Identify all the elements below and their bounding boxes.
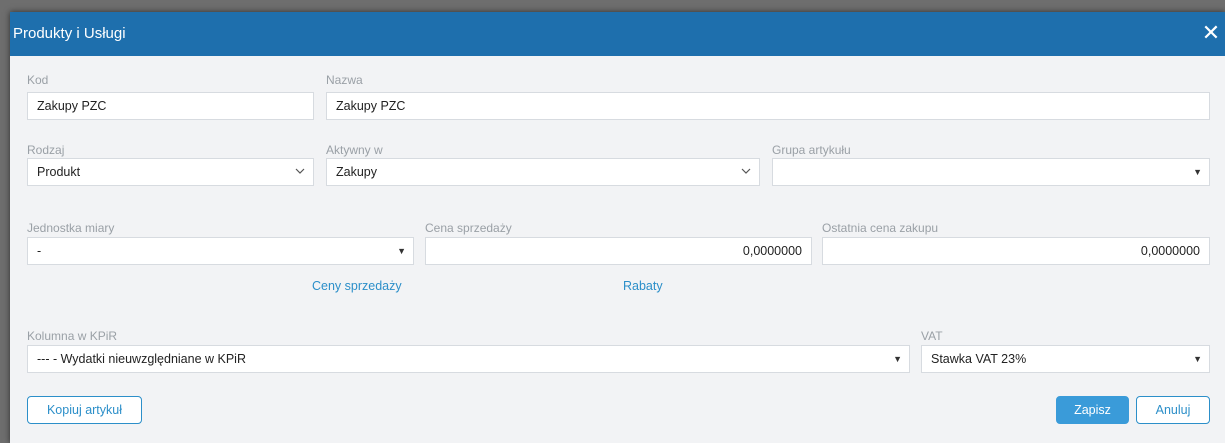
jednostka-label: Jednostka miary	[27, 221, 115, 235]
dropdown-arrow-icon: ▼	[893, 354, 902, 364]
nazwa-input[interactable]: Zakupy PZC	[326, 92, 1210, 120]
dialog-title: Produkty i Usługi	[13, 25, 126, 42]
aktywny-label: Aktywny w	[326, 143, 383, 157]
kolumna-select[interactable]: --- - Wydatki nieuwzględniane w KPiR ▼	[27, 345, 910, 373]
close-icon[interactable]: ✕	[1201, 22, 1221, 46]
dropdown-arrow-icon: ▼	[397, 246, 406, 256]
ceny-sprzedazy-link[interactable]: Ceny sprzedaży	[312, 279, 402, 293]
kopiuj-artykul-button[interactable]: Kopiuj artykuł	[27, 396, 142, 424]
rabaty-link[interactable]: Rabaty	[623, 279, 663, 293]
kod-label: Kod	[27, 73, 49, 87]
chevron-down-icon	[741, 168, 751, 174]
ostatnia-cena-input[interactable]: 0,0000000	[822, 237, 1210, 265]
dropdown-arrow-icon: ▼	[1193, 167, 1202, 177]
vat-select[interactable]: Stawka VAT 23% ▼	[921, 345, 1210, 373]
aktywny-select[interactable]: Zakupy	[326, 158, 760, 186]
anuluj-button[interactable]: Anuluj	[1136, 396, 1210, 424]
jednostka-value: -	[37, 244, 42, 258]
aktywny-value: Zakupy	[336, 165, 377, 179]
ostatnia-cena-label: Ostatnia cena zakupu	[822, 221, 939, 235]
cena-sprzedazy-input[interactable]: 0,0000000	[425, 237, 812, 265]
chevron-down-icon	[295, 168, 305, 174]
grupa-label: Grupa artykułu	[772, 143, 851, 157]
jednostka-select[interactable]: - ▼	[27, 237, 414, 265]
kolumna-label: Kolumna w KPiR	[27, 329, 118, 343]
rodzaj-value: Produkt	[37, 165, 81, 179]
cena-sprzedazy-label: Cena sprzedaży	[425, 221, 512, 235]
product-dialog: Produkty i Usługi ✕ Kod Zakupy PZC Nazwa…	[10, 12, 1225, 443]
kolumna-value: --- - Wydatki nieuwzględniane w KPiR	[37, 352, 246, 366]
kod-input[interactable]: Zakupy PZC	[27, 92, 314, 120]
zapisz-button[interactable]: Zapisz	[1056, 396, 1129, 424]
nazwa-label: Nazwa	[326, 73, 363, 87]
dialog-titlebar: Produkty i Usługi ✕	[10, 12, 1225, 56]
vat-value: Stawka VAT 23%	[931, 352, 1027, 366]
rodzaj-label: Rodzaj	[27, 143, 65, 157]
vat-label: VAT	[921, 329, 943, 343]
grupa-select[interactable]: ▼	[772, 158, 1210, 186]
dropdown-arrow-icon: ▼	[1193, 354, 1202, 364]
rodzaj-select[interactable]: Produkt	[27, 158, 314, 186]
